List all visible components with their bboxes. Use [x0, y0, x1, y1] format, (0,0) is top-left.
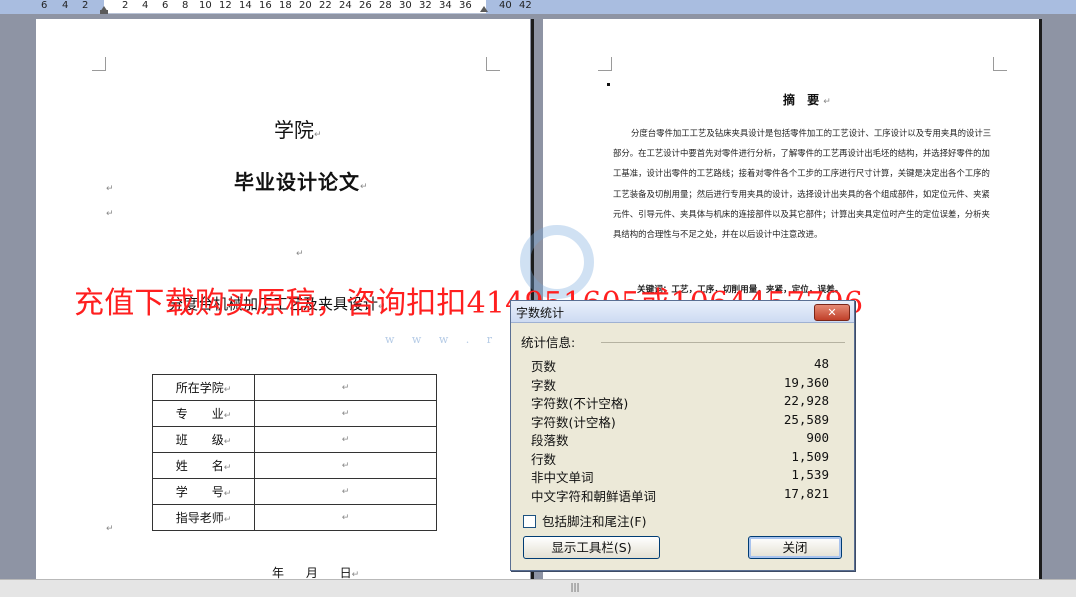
ruler-tick: 22 — [319, 0, 332, 11]
left-indent-marker[interactable] — [100, 10, 108, 14]
ruler-tick: 30 — [399, 0, 412, 11]
info-value-cell[interactable]: ↵ — [254, 400, 437, 427]
info-value-cell[interactable]: ↵ — [254, 426, 437, 453]
dialog-titlebar[interactable]: 字数统计 ✕ — [511, 301, 854, 323]
ruler-tick: 36 — [459, 0, 472, 11]
bullet-dot — [607, 83, 610, 86]
ruler-tick: 28 — [379, 0, 392, 11]
ruler-tick: 24 — [339, 0, 352, 11]
stat-paragraphs: 段落数 900 — [531, 430, 829, 448]
section-divider — [601, 342, 845, 343]
checkbox-label: 包括脚注和尾注(F) — [542, 514, 647, 529]
ruler-tick: 32 — [419, 0, 432, 11]
page-separator — [1039, 19, 1042, 579]
close-icon[interactable]: ✕ — [814, 304, 850, 321]
show-toolbar-button[interactable]: 显示工具栏(S) — [523, 536, 660, 559]
close-button[interactable]: 关闭 — [748, 536, 842, 559]
stat-words: 字数 19,360 — [531, 374, 829, 393]
student-info-table: 所在学院↵ ↵ 专 业↵ ↵ 班 级↵ ↵ 姓 名↵ ↵ 学 号↵ ↵ 指导老师↵ ↵ — [152, 374, 437, 531]
paragraph-mark: ↵ — [296, 249, 304, 259]
ruler-tick: 34 — [439, 0, 452, 11]
margin-corner-mark — [486, 57, 500, 71]
ruler-tick: 2 — [122, 0, 129, 11]
paragraph-mark: ↵ — [106, 184, 114, 194]
ruler-tick: 4 — [142, 0, 149, 11]
info-value-cell[interactable]: ↵ — [254, 374, 437, 401]
info-value-cell[interactable]: ↵ — [254, 504, 437, 531]
ruler-tick: 6 — [41, 0, 48, 11]
table-row: 班 级↵ ↵ — [152, 426, 437, 453]
table-row: 学 号↵ ↵ — [152, 478, 437, 505]
ruler-tick: 40 — [499, 0, 512, 11]
stat-non-chinese-words: 非中文单词 1,539 — [531, 467, 829, 485]
stats-list: 页数 48 字数 19,360 字符数(不计空格) 22,928 字符数(计空格) 25… — [531, 356, 829, 504]
horizontal-scrollbar[interactable]: ||| — [0, 579, 1076, 597]
info-label: 学 号↵ — [152, 478, 255, 505]
abstract-body: 分度台零件加工工艺及钻床夹具设计是包括零件加工的工艺设计、工序设计以及专用夹具的… — [613, 128, 992, 240]
info-value-cell[interactable]: ↵ — [254, 452, 437, 479]
ruler-tick: 12 — [219, 0, 232, 11]
info-value-cell[interactable]: ↵ — [254, 478, 437, 505]
ruler-margin-right — [486, 0, 1076, 14]
abstract-title: 摘 要↵ — [783, 93, 831, 107]
stat-chars-with-spaces: 字符数(计空格) 25,589 — [531, 411, 829, 430]
dialog-title: 字数统计 — [516, 306, 565, 320]
info-label: 指导老师↵ — [152, 504, 255, 531]
info-label: 专 业↵ — [152, 400, 255, 427]
ruler-margin-left — [0, 0, 104, 14]
horizontal-ruler[interactable]: 6 4 2 2 4 6 8 10 12 14 16 18 20 22 24 26… — [0, 0, 1076, 14]
margin-corner-mark — [993, 57, 1007, 71]
stat-lines: 行数 1,509 — [531, 448, 829, 467]
word-count-dialog[interactable]: 字数统计 ✕ 统计信息: 页数 48 字数 19,360 字符数(不计空格) 22,9… — [510, 300, 855, 571]
checkbox-box[interactable] — [523, 515, 536, 528]
ruler-tick: 2 — [82, 0, 89, 11]
info-label: 所在学院↵ — [152, 374, 255, 401]
table-row: 姓 名↵ ↵ — [152, 452, 437, 479]
table-row: 专 业↵ ↵ — [152, 400, 437, 427]
table-row: 所在学院↵ ↵ — [152, 374, 437, 401]
margin-corner-mark — [598, 57, 612, 71]
stat-cjk-chars: 中文字符和朝鲜语单词 17,821 — [531, 485, 829, 504]
paragraph-mark: ↵ — [106, 209, 114, 219]
ruler-tick: 18 — [279, 0, 292, 11]
ruler-tick: 16 — [259, 0, 272, 11]
ruler-tick: 10 — [199, 0, 212, 11]
stat-chars-no-spaces: 字符数(不计空格) 22,928 — [531, 393, 829, 411]
ruler-tick: 6 — [162, 0, 169, 11]
right-indent-marker[interactable] — [480, 6, 488, 12]
ruler-tick: 14 — [239, 0, 252, 11]
ruler-tick: 20 — [299, 0, 312, 11]
ruler-tick: 4 — [62, 0, 69, 11]
stats-section-label: 统计信息: — [521, 335, 576, 350]
include-footnotes-checkbox[interactable]: 包括脚注和尾注(F) — [523, 511, 646, 530]
ruler-tick: 26 — [359, 0, 372, 11]
margin-corner-mark — [92, 57, 106, 71]
thesis-title: 毕业设计论文↵ — [234, 170, 369, 194]
ruler-tick: 42 — [519, 0, 532, 11]
stat-pages: 页数 48 — [531, 356, 829, 374]
table-row: 指导老师↵ ↵ — [152, 504, 437, 531]
school-name: 学院↵ — [274, 118, 322, 142]
info-label: 姓 名↵ — [152, 452, 255, 479]
paragraph-mark: ↵ — [106, 524, 114, 534]
ruler-tick: 8 — [182, 0, 189, 11]
scrollbar-grip-icon[interactable]: ||| — [568, 583, 582, 594]
info-label: 班 级↵ — [152, 426, 255, 453]
